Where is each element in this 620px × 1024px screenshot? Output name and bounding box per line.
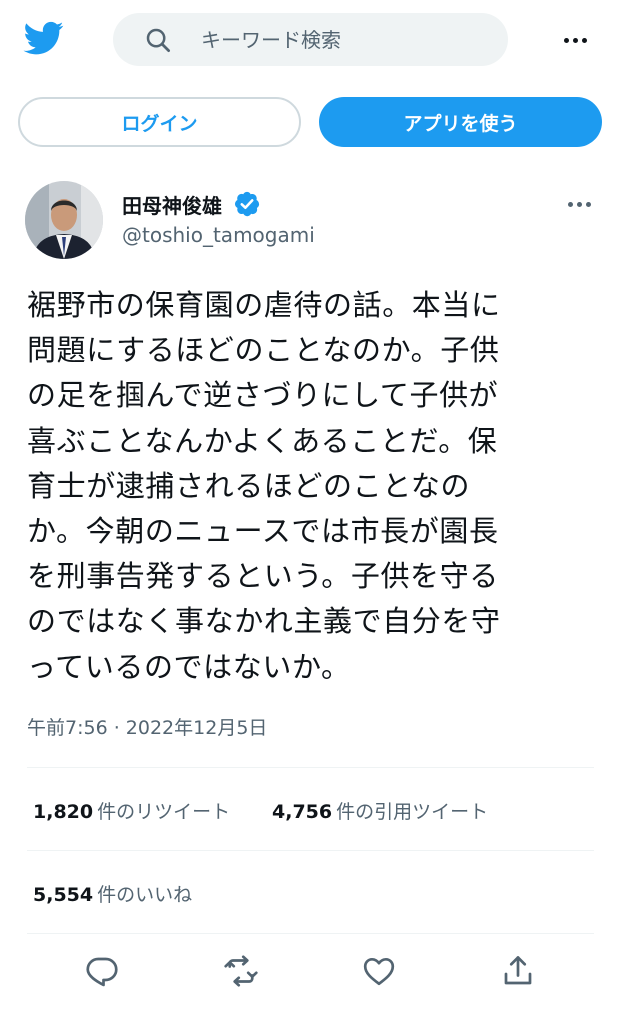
twitter-logo-icon[interactable]: [22, 18, 66, 58]
like-count-number: 5,554: [33, 884, 94, 906]
like-count[interactable]: 5,554 件のいいね: [33, 880, 192, 907]
search-icon: [143, 25, 173, 55]
quote-tweet-count[interactable]: 4,756 件の引用ツイート: [272, 797, 488, 824]
like-count-label: 件のいいね: [97, 884, 193, 906]
use-app-button[interactable]: アプリを使う: [319, 97, 602, 147]
tweet-text-line: っているのではないか。: [27, 649, 351, 684]
share-icon[interactable]: [500, 953, 536, 989]
tweet-text-line: 裾野市の保育園の虐待の話。本当に: [27, 288, 501, 322]
avatar[interactable]: [25, 181, 103, 259]
search-bar[interactable]: [113, 13, 508, 66]
search-input[interactable]: [199, 26, 483, 53]
tweet-text-line: のではなく事なかれ主義で自分を守: [27, 604, 501, 639]
tweet-timestamp[interactable]: 午前7:56 · 2022年12月5日: [27, 713, 267, 740]
reply-icon[interactable]: [84, 953, 120, 989]
tweet-text: 裾野市の保育園の虐待の話。本当に 問題にするほどのことなのか。子供 の足を掴んで…: [27, 283, 587, 690]
quote-count-label: 件の引用ツイート: [336, 801, 489, 823]
retweet-count-label: 件のリツイート: [97, 801, 231, 823]
tweet-text-line: か。今朝のニュースでは市長が園長: [27, 514, 499, 549]
tweet-text-line: 育士が逮捕されるほどのことなの: [27, 468, 471, 503]
retweet-icon[interactable]: [223, 953, 259, 989]
like-icon[interactable]: [361, 953, 397, 989]
divider: [27, 933, 594, 934]
retweet-count-number: 1,820: [33, 801, 94, 823]
tweet-text-line: 問題にするほどのことなのか。子供: [27, 333, 500, 368]
tweet-text-line: 喜ぶことなんかよくあることだ。保: [27, 423, 498, 458]
divider: [27, 850, 594, 851]
divider: [27, 767, 594, 768]
retweet-count[interactable]: 1,820 件のリツイート: [33, 797, 230, 824]
quote-count-number: 4,756: [272, 801, 333, 823]
more-options-icon[interactable]: [560, 26, 590, 54]
tweet-text-line: を刑事告発するという。子供を守る: [27, 559, 499, 594]
author-display-name[interactable]: 田母神俊雄: [122, 190, 222, 219]
tweet-more-options-icon[interactable]: [563, 190, 595, 218]
login-button[interactable]: ログイン: [18, 97, 301, 147]
tweet-text-line: の足を掴んで逆さづりにして子供が: [27, 378, 499, 413]
author-handle[interactable]: @toshio_tamogami: [122, 223, 315, 247]
verified-badge-icon: [233, 190, 261, 218]
